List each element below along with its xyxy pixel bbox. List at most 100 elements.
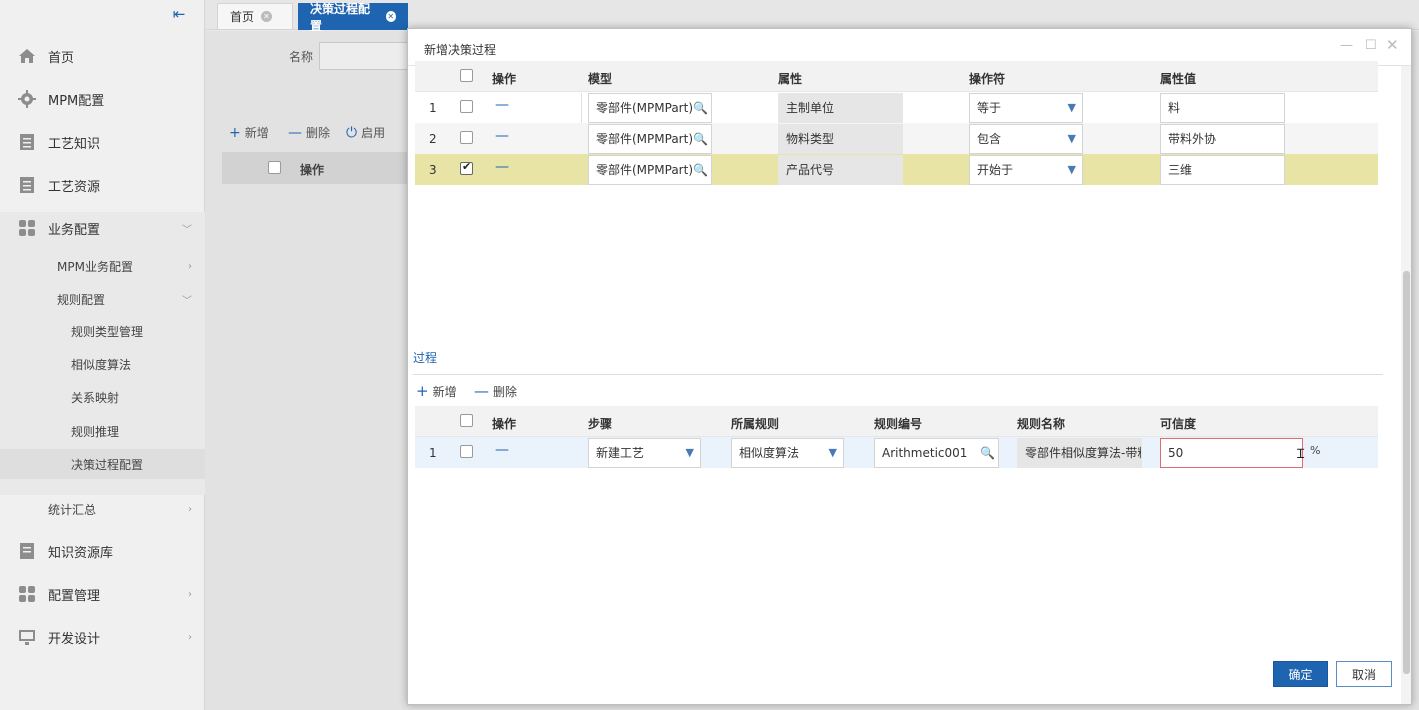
sidebar-item-label: 规则推理	[71, 424, 120, 439]
attribute-value-input[interactable]: 料	[1160, 93, 1285, 123]
table-row[interactable]: 1 — 零部件(MPMPart) 🔍 主制单位 等于 ▼ 料	[415, 92, 1378, 123]
design-icon	[17, 628, 37, 646]
column-header-attribute-value: 属性值	[1160, 72, 1197, 86]
row-checkbox[interactable]	[460, 131, 473, 144]
remove-row-icon[interactable]: —	[495, 159, 509, 175]
sidebar-item-mpm-config[interactable]: MPM配置	[0, 82, 205, 116]
enable-button[interactable]: ⏻ 启用	[346, 124, 385, 141]
rule-code-input[interactable]: Arithmetic001 🔍	[874, 438, 999, 468]
table-row-selected[interactable]: 3 — 零部件(MPMPart)🔍 产品代号 开始于 ▼ 三维	[415, 154, 1378, 185]
attribute-field[interactable]: 物料类型	[778, 124, 903, 154]
maximize-icon[interactable]: ☐	[1365, 38, 1377, 53]
search-icon[interactable]: 🔍	[693, 125, 708, 153]
close-tab-icon[interactable]: ✕	[261, 11, 273, 22]
divider	[413, 374, 1383, 375]
confidence-input[interactable]: 50	[1160, 438, 1303, 468]
row-number: 2	[429, 132, 437, 146]
divider	[581, 93, 582, 123]
minimize-icon[interactable]: —	[1340, 38, 1353, 53]
model-value: 零部件(MPMPart)	[596, 132, 693, 146]
search-icon[interactable]: 🔍	[980, 439, 995, 467]
name-search-input[interactable]	[319, 42, 409, 70]
row-checkbox[interactable]	[460, 445, 473, 458]
chevron-right-icon: ›	[188, 503, 192, 515]
attribute-value-input[interactable]: 带料外协	[1160, 124, 1285, 154]
operator-value: 等于	[977, 101, 1002, 115]
process-add-button[interactable]: + 新增	[416, 382, 457, 400]
row-number: 3	[429, 163, 437, 177]
operator-select[interactable]: 开始于 ▼	[969, 155, 1083, 185]
scrollbar[interactable]	[1401, 66, 1411, 704]
process-delete-button[interactable]: — 删除	[474, 382, 517, 400]
table-row[interactable]: 2 — 零部件(MPMPart) 🔍 物料类型 包含 ▼ 带料外协	[415, 123, 1378, 154]
sidebar-item-knowledge-library[interactable]: 知识资源库	[0, 534, 205, 568]
remove-row-icon[interactable]: —	[495, 97, 509, 113]
sidebar-item-label: 业务配置	[48, 222, 101, 238]
remove-row-icon[interactable]: —	[495, 128, 509, 144]
sidebar-item-statistics[interactable]: 统计汇总 ›	[0, 494, 205, 524]
sidebar-item-business-config[interactable]: 业务配置 ﹀	[0, 211, 205, 245]
chevron-right-icon: ›	[188, 631, 192, 643]
sidebar-item-rule-config[interactable]: 规则配置 ﹀	[0, 284, 205, 314]
sidebar-item-mpm-business-config[interactable]: MPM业务配置 ›	[0, 251, 205, 281]
sidebar-item-process-resources[interactable]: 工艺资源	[0, 168, 205, 202]
sidebar-item-config-management[interactable]: 配置管理 ›	[0, 577, 205, 611]
add-button[interactable]: + 新增	[229, 124, 269, 141]
sidebar-item-label: 开发设计	[48, 631, 101, 647]
row-checkbox[interactable]	[460, 100, 473, 113]
minus-icon: —	[474, 382, 489, 400]
sidebar-item-rule-type-management[interactable]: 规则类型管理	[0, 316, 205, 346]
model-input[interactable]: 零部件(MPMPart) 🔍	[588, 93, 712, 123]
library-icon	[17, 542, 37, 560]
model-input[interactable]: 零部件(MPMPart) 🔍	[588, 155, 712, 185]
model-input[interactable]: 零部件(MPMPart) 🔍	[588, 124, 712, 154]
tab-home[interactable]: 首页 ✕	[217, 3, 293, 30]
attribute-field[interactable]: 产品代号	[778, 155, 903, 185]
select-all-checkbox[interactable]	[268, 161, 281, 174]
sidebar-item-decision-process-config[interactable]: 决策过程配置	[0, 449, 205, 479]
chevron-down-icon: ▼	[828, 446, 837, 459]
attribute-field[interactable]: 主制单位	[778, 93, 903, 123]
sidebar-item-process-knowledge[interactable]: 工艺知识	[0, 125, 205, 159]
cancel-button[interactable]: 取消	[1336, 661, 1392, 687]
close-tab-icon[interactable]: ✕	[385, 11, 396, 22]
scrollbar-thumb[interactable]	[1403, 271, 1410, 674]
confidence-value: 50	[1168, 446, 1184, 460]
remove-row-icon[interactable]: —	[495, 442, 509, 458]
select-all-checkbox[interactable]	[460, 414, 473, 427]
tab-decision-process-config[interactable]: 决策过程配置 ✕	[298, 2, 408, 33]
chevron-right-icon: ›	[188, 260, 192, 272]
table-header: 操作 步骤 所属规则 规则编号 规则名称 可信度	[415, 406, 1378, 437]
operator-select[interactable]: 等于 ▼	[969, 93, 1083, 123]
sidebar-item-relation-mapping[interactable]: 关系映射	[0, 382, 205, 412]
sidebar-item-dev-design[interactable]: 开发设计 ›	[0, 620, 205, 654]
table-row[interactable]: 1 — 新建工艺 ▼ 相似度算法 ▼ Arithmetic001 🔍 零部件相似度算法…	[415, 437, 1378, 468]
column-header-confidence: 可信度	[1160, 417, 1197, 431]
sidebar-item-label: 规则配置	[57, 292, 106, 307]
rule-name-field[interactable]: 零部件相似度算法-带料	[1017, 438, 1142, 468]
column-header-rule: 所属规则	[731, 417, 780, 431]
chevron-down-icon: ▼	[1067, 132, 1076, 145]
new-decision-process-dialog: 新增决策过程 — ☐ ✕ 操作 模型 属性 操作符 属性值 1 — 零部件(MP…	[407, 28, 1412, 705]
sidebar-item-similarity-algorithm[interactable]: 相似度算法	[0, 349, 205, 379]
sidebar-item-label: 工艺知识	[48, 136, 101, 152]
sidebar-item-home[interactable]: 首页	[0, 39, 205, 73]
collapse-sidebar-icon[interactable]: ⇤	[170, 6, 188, 22]
attribute-value-input[interactable]: 三维	[1160, 155, 1285, 185]
row-checkbox-checked[interactable]	[460, 160, 473, 175]
chevron-down-icon: ▼	[685, 446, 694, 459]
sidebar-item-rule-inference[interactable]: 规则推理	[0, 416, 205, 446]
add-label: 新增	[432, 384, 457, 399]
modules-icon	[17, 585, 37, 603]
operator-select[interactable]: 包含 ▼	[969, 124, 1083, 154]
rule-select[interactable]: 相似度算法 ▼	[731, 438, 844, 468]
close-icon[interactable]: ✕	[1386, 36, 1399, 54]
delete-button[interactable]: — 删除	[288, 124, 330, 141]
confirm-button[interactable]: 确定	[1273, 661, 1328, 687]
table-header: 操作	[222, 152, 412, 184]
search-icon[interactable]: 🔍	[693, 156, 708, 184]
attribute-value: 物料类型	[786, 132, 835, 146]
select-all-checkbox[interactable]	[460, 69, 473, 82]
search-icon[interactable]: 🔍	[693, 94, 708, 122]
step-select[interactable]: 新建工艺 ▼	[588, 438, 701, 468]
